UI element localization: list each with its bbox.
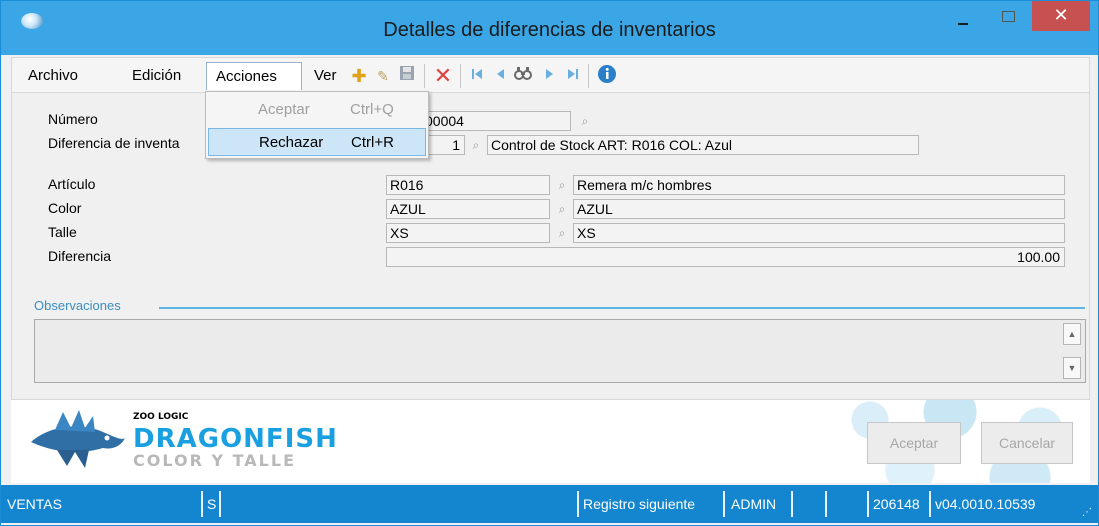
prev-icon[interactable]	[490, 64, 512, 88]
status-separator	[825, 491, 827, 517]
toolbar-separator	[588, 64, 589, 88]
menu-item-aceptar[interactable]: Aceptar Ctrl+Q	[208, 96, 426, 124]
observaciones-textarea[interactable]	[34, 319, 1086, 383]
articulo-lookup-icon[interactable]: ⌕	[553, 175, 571, 195]
menu-acciones[interactable]: Acciones	[206, 62, 302, 90]
last-icon[interactable]	[562, 64, 584, 88]
search-icon[interactable]	[512, 64, 534, 88]
menu-item-rechazar[interactable]: Rechazar Ctrl+R	[208, 128, 426, 156]
diferencia-field[interactable]: 100.00	[386, 247, 1065, 267]
numero-label: Número	[48, 111, 98, 127]
logo-subtitle: COLOR Y TALLE	[133, 451, 296, 470]
status-flag: S	[207, 496, 217, 512]
status-separator	[201, 491, 203, 517]
talle-label: Talle	[48, 224, 77, 240]
talle-field[interactable]: XS	[386, 223, 550, 243]
numero-lookup-icon[interactable]: ⌕	[576, 111, 594, 131]
color-label: Color	[48, 200, 82, 216]
main-window: Detalles de diferencias de inventarios ✕…	[0, 0, 1099, 526]
talle-description: XS	[573, 223, 1065, 243]
first-icon[interactable]	[466, 64, 488, 88]
articulo-field[interactable]: R016	[386, 175, 550, 195]
numero-field[interactable]: 00004	[421, 111, 571, 131]
status-action: Registro siguiente	[583, 496, 696, 512]
aceptar-button[interactable]: Aceptar	[867, 422, 961, 464]
window-title: Detalles de diferencias de inventarios	[383, 19, 716, 41]
cancelar-button[interactable]: Cancelar	[981, 422, 1073, 464]
title-bar[interactable]: Detalles de diferencias de inventarios ✕	[1, 1, 1098, 55]
resize-grip-icon[interactable]: ⋰	[1082, 508, 1094, 520]
color-field[interactable]: AZUL	[386, 199, 550, 219]
next-icon[interactable]	[538, 64, 560, 88]
acciones-dropdown: Aceptar Ctrl+Q Rechazar Ctrl+R	[205, 91, 429, 159]
status-separator	[929, 491, 931, 517]
dragonfish-logo-icon	[31, 410, 125, 468]
menu-item-rechazar-label: Rechazar	[259, 134, 324, 151]
toolbar-separator	[424, 64, 425, 88]
diferencia-inventario-label: Diferencia de inventa	[48, 135, 180, 151]
color-lookup-icon[interactable]: ⌕	[553, 199, 571, 219]
status-separator	[577, 491, 579, 517]
save-icon[interactable]	[396, 64, 418, 88]
diferencia-label: Diferencia	[48, 248, 112, 264]
minimize-button[interactable]	[945, 1, 985, 35]
color-description: AZUL	[573, 199, 1065, 219]
articulo-label: Artículo	[48, 176, 96, 192]
status-bar: VENTAS S Registro siguiente ADMIN 206148…	[1, 485, 1098, 523]
status-separator	[219, 491, 221, 517]
logo-brand: ZOO LOGIC	[133, 412, 189, 422]
delete-icon[interactable]: ✕	[432, 64, 454, 88]
scroll-up-icon[interactable]: ▲	[1063, 323, 1081, 345]
status-separator	[723, 491, 725, 517]
info-icon[interactable]	[596, 64, 618, 88]
status-separator	[791, 491, 793, 517]
scroll-down-icon[interactable]: ▼	[1063, 357, 1081, 379]
status-version: v04.0010.10539	[935, 496, 1036, 512]
menu-ver[interactable]: Ver	[314, 62, 337, 90]
diferencia-inventario-lookup-icon[interactable]: ⌕	[467, 135, 485, 155]
logo-product: DRAGONFISH	[133, 424, 338, 454]
observaciones-label: Observaciones	[34, 298, 121, 313]
menu-item-rechazar-shortcut: Ctrl+R	[351, 134, 394, 151]
status-number: 206148	[873, 496, 920, 512]
menu-item-aceptar-label: Aceptar	[258, 101, 310, 118]
close-button[interactable]: ✕	[1032, 1, 1090, 31]
status-user: ADMIN	[731, 496, 777, 512]
maximize-button[interactable]	[989, 1, 1027, 35]
articulo-description: Remera m/c hombres	[573, 175, 1065, 195]
menu-archivo[interactable]: Archivo	[28, 62, 78, 90]
status-module: VENTAS	[7, 496, 62, 512]
talle-lookup-icon[interactable]: ⌕	[553, 223, 571, 243]
menu-toolbar: Archivo Edición Acciones Ver ✚ ✎ ✕	[11, 57, 1090, 93]
observaciones-divider	[159, 307, 1085, 309]
menu-item-aceptar-shortcut: Ctrl+Q	[350, 101, 394, 118]
add-icon[interactable]: ✚	[348, 64, 370, 88]
menu-edicion[interactable]: Edición	[132, 62, 181, 90]
diferencia-inventario-description: Control de Stock ART: R016 COL: Azul	[487, 135, 919, 155]
status-separator	[867, 491, 869, 517]
footer-panel: ZOO LOGIC DRAGONFISH COLOR Y TALLE Acept…	[11, 399, 1090, 483]
toolbar-separator	[460, 64, 461, 88]
edit-icon[interactable]: ✎	[372, 64, 394, 88]
